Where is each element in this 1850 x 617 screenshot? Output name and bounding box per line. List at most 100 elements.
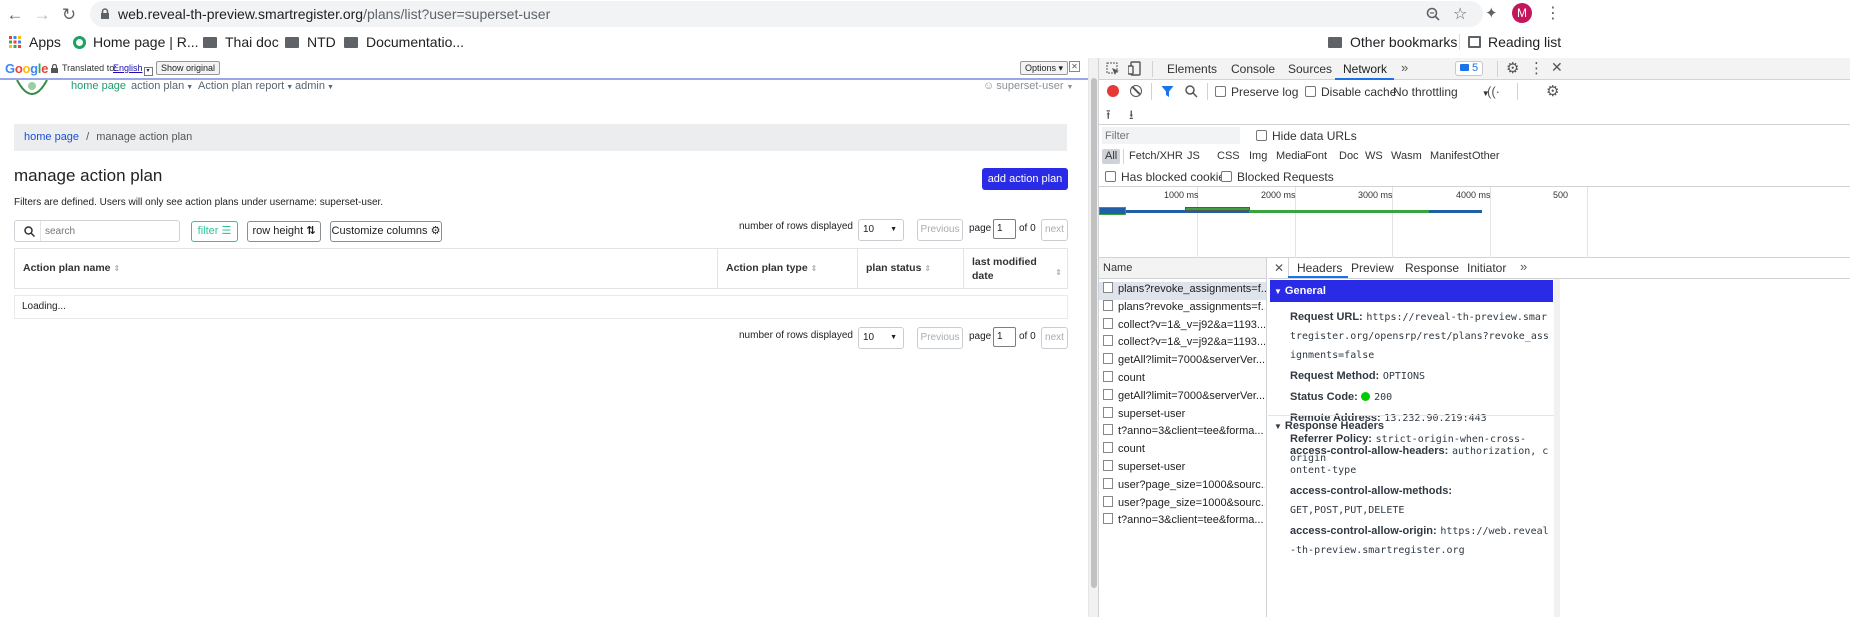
rows-displayed-select-bottom[interactable]: 10 ▼ — [858, 327, 904, 349]
rows-displayed-select[interactable]: 10 ▼ — [858, 219, 904, 241]
name-column-header[interactable]: Name — [1099, 258, 1267, 279]
next-page-button[interactable]: next — [1041, 219, 1068, 241]
customize-columns-button[interactable]: Customize columns ⚙ — [330, 221, 442, 242]
tab-network[interactable]: Network — [1343, 62, 1387, 76]
network-settings-icon[interactable]: ⚙ — [1546, 82, 1559, 100]
table-row[interactable]: getAll?limit=7000&serverVer... — [1103, 353, 1265, 371]
user-menu[interactable]: ☺ superset-user ▼ — [983, 80, 1073, 92]
type-filter-wasm[interactable]: Wasm — [1391, 149, 1422, 164]
network-overview-timeline[interactable]: 1000 ms 2000 ms 3000 ms 4000 ms 500 — [1099, 187, 1850, 258]
details-scrollbar[interactable] — [1554, 279, 1560, 617]
nav-action-plan[interactable]: action plan ▼ — [131, 80, 193, 92]
table-row[interactable]: user?page_size=1000&sourc... — [1103, 477, 1265, 496]
filter-button[interactable]: filter ☰ — [191, 221, 238, 242]
search-input[interactable] — [45, 223, 175, 239]
table-row[interactable]: superset-user — [1103, 406, 1265, 425]
response-headers-section-header[interactable]: ▼ Response Headers — [1274, 420, 1384, 432]
column-last-modified-date[interactable]: last modified date ⇕ — [964, 249, 1068, 289]
tab-console[interactable]: Console — [1231, 62, 1275, 76]
throttling-select[interactable]: No throttling ▼ — [1393, 85, 1490, 99]
translate-options-button[interactable]: Options ▾ — [1020, 61, 1069, 75]
tab-sources[interactable]: Sources — [1288, 62, 1332, 76]
next-page-button-bottom[interactable]: next — [1041, 327, 1068, 349]
tab-preview[interactable]: Preview — [1351, 261, 1394, 275]
tab-initiator[interactable]: Initiator — [1467, 261, 1506, 275]
breadcrumb-home[interactable]: home page — [24, 131, 79, 143]
row-height-button[interactable]: row height ⇅ — [247, 221, 321, 242]
column-action-plan-type[interactable]: Action plan type ⇕ — [718, 249, 858, 289]
disable-cache-checkbox[interactable]: Disable cache — [1305, 85, 1396, 99]
clear-icon[interactable] — [1130, 85, 1142, 97]
table-row[interactable]: user?page_size=1000&sourc... — [1103, 495, 1265, 514]
device-toolbar-icon[interactable] — [1128, 61, 1142, 76]
general-section-header[interactable]: ▼ General — [1270, 280, 1553, 302]
scrollbar-thumb[interactable] — [1091, 78, 1097, 588]
show-original-button[interactable]: Show original — [156, 61, 221, 75]
bookmark-thai-doc[interactable]: Thai doc — [203, 32, 279, 52]
bookmark-other[interactable]: Other bookmarks — [1328, 32, 1457, 52]
settings-gear-icon[interactable]: ⚙ — [1506, 59, 1519, 77]
forward-icon[interactable]: → — [31, 4, 53, 26]
type-filter-fetchxhr[interactable]: Fetch/XHR — [1129, 149, 1183, 164]
type-filter-font[interactable]: Font — [1305, 149, 1327, 164]
preserve-log-checkbox[interactable]: Preserve log — [1215, 85, 1298, 99]
zoom-icon[interactable] — [1426, 7, 1440, 21]
bookmark-star-icon[interactable]: ☆ — [1453, 4, 1467, 24]
table-row[interactable]: superset-user — [1103, 460, 1265, 478]
table-row[interactable]: getAll?limit=7000&serverVer... — [1103, 388, 1265, 407]
type-filter-manifest[interactable]: Manifest — [1430, 149, 1472, 164]
table-row[interactable]: count — [1103, 371, 1265, 389]
profile-avatar[interactable]: M — [1512, 3, 1532, 23]
table-row[interactable]: collect?v=1&_v=j92&a=1193... — [1103, 317, 1265, 336]
type-filter-css[interactable]: CSS — [1217, 149, 1240, 164]
reading-list-button[interactable]: Reading list — [1468, 32, 1561, 52]
table-row[interactable]: collect?v=1&_v=j92&a=1193... — [1103, 335, 1265, 353]
search-icon[interactable] — [1185, 85, 1198, 98]
tab-response[interactable]: Response — [1405, 261, 1459, 275]
more-tabs-icon[interactable]: » — [1520, 259, 1527, 274]
filter-funnel-icon[interactable] — [1161, 85, 1174, 98]
type-filter-ws[interactable]: WS — [1365, 149, 1383, 164]
issues-badge[interactable]: 5 — [1455, 61, 1484, 76]
network-filter-input[interactable] — [1102, 127, 1240, 144]
inspect-element-icon[interactable] — [1106, 62, 1120, 76]
table-row[interactable]: count — [1103, 442, 1265, 460]
close-devtools-icon[interactable]: ✕ — [1551, 59, 1563, 76]
more-tabs-icon[interactable]: » — [1401, 60, 1408, 75]
record-icon[interactable] — [1107, 85, 1119, 97]
type-filter-doc[interactable]: Doc — [1339, 149, 1359, 164]
hide-data-urls-checkbox[interactable]: Hide data URLs — [1256, 129, 1357, 143]
table-row[interactable]: plans?revoke_assignments=f... — [1099, 282, 1266, 300]
bookmark-ntd[interactable]: NTD — [285, 32, 336, 52]
search-box[interactable] — [14, 220, 180, 242]
network-conditions-icon[interactable]: ((· — [1487, 84, 1500, 99]
has-blocked-cookies-checkbox[interactable]: Has blocked cookies — [1105, 170, 1231, 184]
nav-home-page[interactable]: home page — [71, 80, 126, 92]
bookmark-documentation[interactable]: Documentatio... — [344, 32, 464, 52]
back-icon[interactable]: ← — [4, 4, 26, 26]
table-row[interactable]: t?anno=3&client=tee&forma... — [1103, 424, 1265, 442]
bookmark-home-page[interactable]: Home page | R... — [73, 32, 199, 52]
nav-admin[interactable]: admin ▼ — [295, 80, 334, 92]
page-number-input-bottom[interactable]: 1 — [993, 327, 1016, 347]
close-detail-icon[interactable]: ✕ — [1274, 261, 1284, 275]
column-plan-status[interactable]: plan status ⇕ — [858, 249, 964, 289]
add-action-plan-button[interactable]: add action plan — [982, 168, 1068, 190]
devtools-menu-icon[interactable]: ⋮ — [1529, 59, 1544, 77]
previous-page-button-bottom[interactable]: Previous — [917, 327, 963, 349]
translate-close-button[interactable]: ✕ — [1069, 61, 1080, 72]
type-filter-all[interactable]: All — [1102, 149, 1121, 164]
page-number-input[interactable]: 1 — [993, 219, 1016, 239]
type-filter-media[interactable]: Media — [1276, 149, 1306, 164]
type-filter-other[interactable]: Other — [1472, 149, 1500, 164]
type-filter-img[interactable]: Img — [1249, 149, 1267, 164]
page-scrollbar[interactable] — [1088, 58, 1098, 617]
bookmark-apps[interactable]: Apps — [9, 32, 61, 52]
reload-icon[interactable]: ↻ — [58, 4, 80, 26]
type-filter-js[interactable]: JS — [1187, 149, 1200, 164]
omnibox[interactable]: web.reveal-th-preview.smartregister.org/… — [90, 1, 1483, 27]
tab-elements[interactable]: Elements — [1167, 62, 1217, 76]
browser-menu-icon[interactable]: ⋮ — [1545, 3, 1561, 23]
blocked-requests-checkbox[interactable]: Blocked Requests — [1221, 170, 1334, 184]
table-row[interactable]: plans?revoke_assignments=f... — [1103, 299, 1265, 318]
